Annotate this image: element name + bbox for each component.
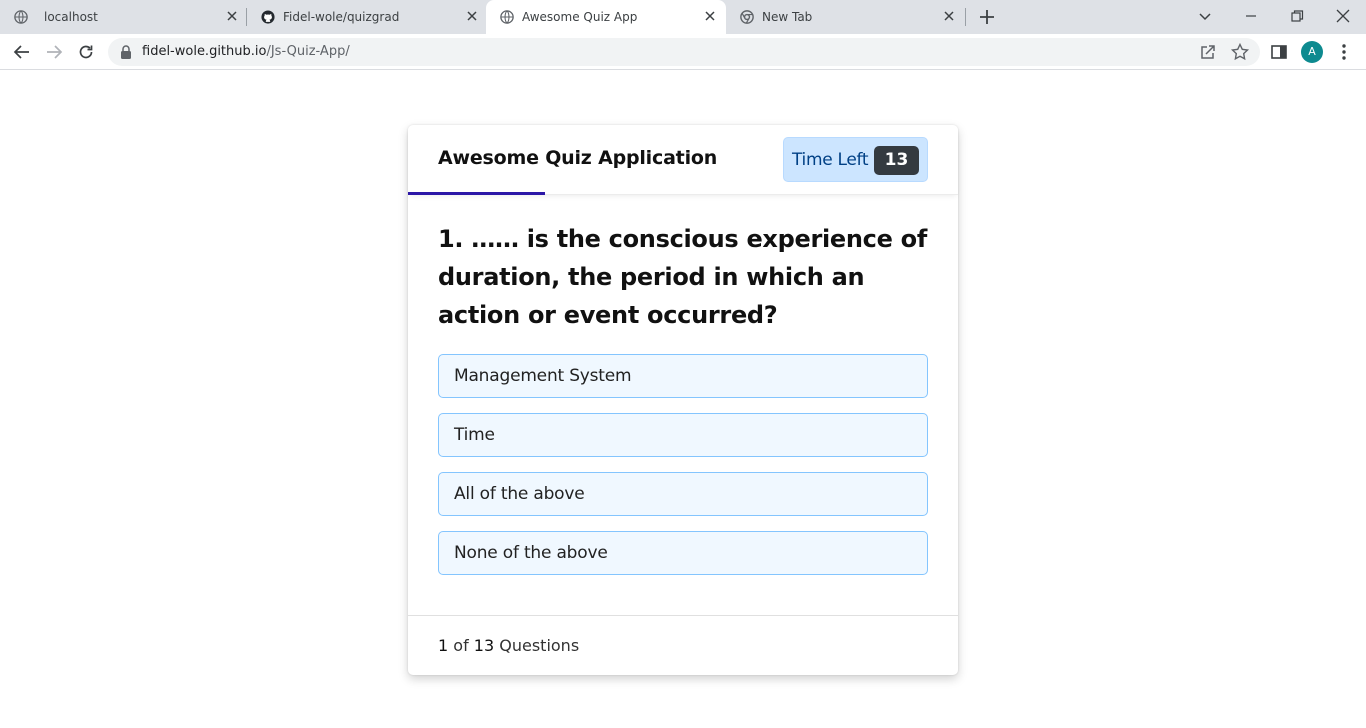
chrome-icon: [740, 10, 754, 24]
option-label: Time: [454, 425, 495, 445]
url-path: /Js-Quiz-App/: [266, 44, 350, 59]
current-question-number: 1: [438, 636, 449, 655]
close-tab-icon[interactable]: [465, 9, 479, 23]
back-arrow-icon[interactable]: [12, 42, 32, 62]
question-counter: 1 of 13 Questions: [438, 636, 579, 655]
url-host: fidel-wole.github.io: [142, 44, 267, 59]
address-bar[interactable]: fidel-wole.github.io/Js-Quiz-App/: [108, 38, 1260, 66]
reload-icon[interactable]: [76, 42, 96, 62]
tab-separator: [965, 8, 966, 26]
browser-tab-strip: localhost Fidel-wole/quizgrad Awesome Qu…: [0, 0, 1366, 34]
quiz-title: Awesome Quiz Application: [438, 147, 718, 169]
tab-localhost[interactable]: localhost: [0, 0, 245, 34]
quiz-header: Awesome Quiz Application Time Left 13: [408, 125, 958, 195]
tab-title: New Tab: [762, 10, 813, 24]
profile-avatar[interactable]: A: [1301, 41, 1323, 63]
total-questions: 13: [473, 636, 495, 655]
quiz-box: Awesome Quiz Application Time Left 13 1.…: [408, 125, 958, 675]
bookmark-star-icon[interactable]: [1230, 42, 1250, 62]
share-icon[interactable]: [1198, 42, 1218, 62]
more-menu-icon[interactable]: [1334, 42, 1354, 62]
close-tab-icon[interactable]: [942, 9, 956, 23]
option-time[interactable]: Time: [438, 413, 928, 457]
close-tab-icon[interactable]: [225, 9, 239, 23]
tab-search-chevron-icon[interactable]: [1195, 6, 1215, 26]
github-icon: [261, 10, 275, 24]
tab-awesome-quiz-app[interactable]: Awesome Quiz App: [486, 0, 726, 34]
time-progress-line: [408, 192, 545, 195]
counter-of-text: of: [453, 636, 469, 655]
side-panel-icon[interactable]: [1269, 42, 1289, 62]
tab-title: Fidel-wole/quizgrad: [283, 10, 400, 24]
tab-new-tab[interactable]: New Tab: [726, 0, 964, 34]
question-text: 1. …… is the conscious experience of dur…: [438, 225, 927, 329]
option-label: Management System: [454, 366, 632, 386]
lock-icon[interactable]: [120, 45, 132, 59]
new-tab-plus-icon[interactable]: [977, 7, 997, 27]
option-management-system[interactable]: Management System: [438, 354, 928, 398]
counter-suffix: Questions: [499, 636, 580, 655]
timer-seconds: 13: [874, 146, 919, 175]
option-label: None of the above: [454, 543, 608, 563]
close-tab-icon[interactable]: [703, 9, 717, 23]
url-text: fidel-wole.github.io/Js-Quiz-App/: [142, 44, 350, 59]
restore-icon[interactable]: [1287, 6, 1307, 26]
option-label: All of the above: [454, 484, 585, 504]
quiz-footer: 1 of 13 Questions: [408, 615, 958, 675]
globe-icon: [14, 10, 28, 24]
option-all-of-the-above[interactable]: All of the above: [438, 472, 928, 516]
option-none-of-the-above[interactable]: None of the above: [438, 531, 928, 575]
browser-toolbar: fidel-wole.github.io/Js-Quiz-App/ A: [0, 34, 1366, 70]
tab-github[interactable]: Fidel-wole/quizgrad: [247, 0, 485, 34]
globe-icon: [500, 10, 514, 24]
timer: Time Left 13: [783, 137, 928, 182]
close-window-icon[interactable]: [1333, 6, 1353, 26]
timer-label: Time Left: [792, 150, 869, 170]
tab-title: Awesome Quiz App: [522, 10, 638, 24]
minimize-icon[interactable]: [1241, 6, 1261, 26]
tab-title: localhost: [44, 10, 98, 24]
forward-arrow-icon[interactable]: [44, 42, 64, 62]
